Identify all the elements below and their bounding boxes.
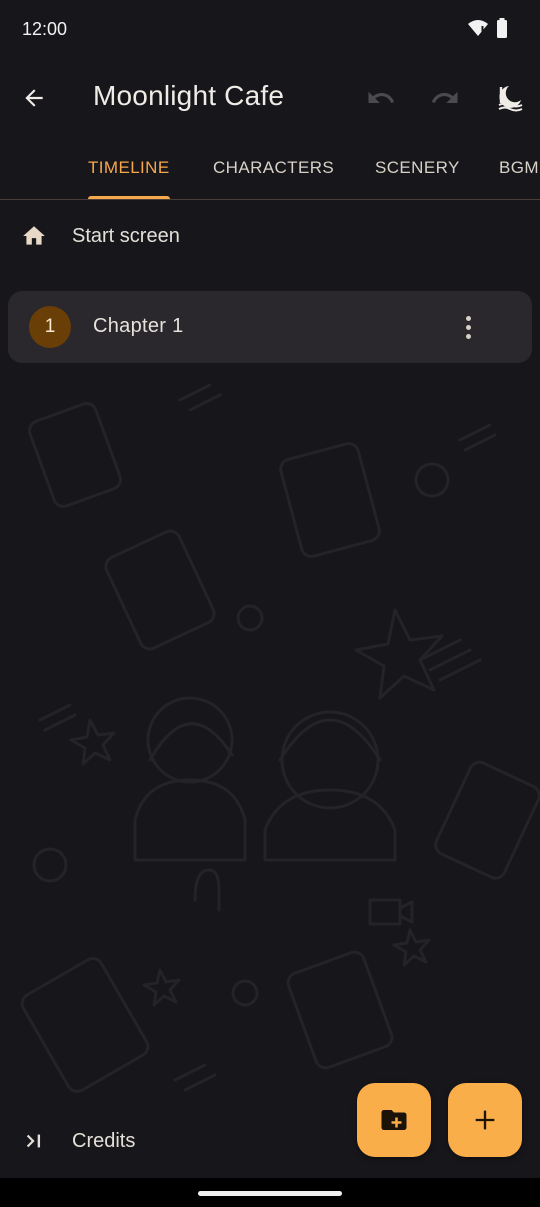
tab-bgm[interactable]: BGM [499,158,539,178]
theme-button[interactable] [490,78,530,118]
add-button[interactable] [448,1083,522,1157]
theme-icon [498,86,523,112]
tab-indicator [88,196,170,199]
start-screen-item[interactable]: Start screen [0,212,540,260]
create-new-folder-icon [381,1110,407,1130]
start-screen-label: Start screen [72,225,180,247]
wifi-icon [468,19,488,42]
status-bar: 12:00 [0,0,540,60]
skip-to-end-icon [22,1129,46,1153]
redo-icon [431,91,458,103]
navigation-bar [0,1178,540,1207]
battery-icon [496,18,508,43]
status-icons [468,18,508,43]
app-bar: Moonlight Cafe [0,60,540,136]
menu-dot [465,324,471,330]
credits-item[interactable]: Credits [0,1118,330,1166]
arrow-back-icon [25,89,43,107]
chapter-title: Chapter 1 [93,315,184,337]
tab-bar: TIMELINE CHARACTERS SCENERY BGM [0,136,540,200]
back-button[interactable] [14,78,54,118]
tab-timeline[interactable]: TIMELINE [88,158,170,178]
tab-scenery[interactable]: SCENERY [375,158,460,178]
tab-characters[interactable]: CHARACTERS [213,158,334,178]
add-icon [475,1110,495,1130]
home-gesture-handle[interactable] [198,1191,342,1196]
status-time: 12:00 [22,19,68,39]
add-folder-button[interactable] [357,1083,431,1157]
more-vert-icon[interactable] [456,307,480,347]
menu-dot [465,315,471,321]
home-icon [20,222,48,250]
undo-icon [368,91,395,103]
page-title: Moonlight Cafe [93,80,285,111]
credits-label: Credits [72,1130,136,1152]
redo-button[interactable] [425,78,465,118]
screen: 12:00 Moonlight Cafe TIMELINE CHARACTERS… [0,0,540,1207]
menu-dot [465,333,471,339]
chapter-item[interactable]: 1 Chapter 1 [8,291,532,363]
chapter-number-badge: 1 [29,306,71,348]
undo-button[interactable] [361,78,401,118]
